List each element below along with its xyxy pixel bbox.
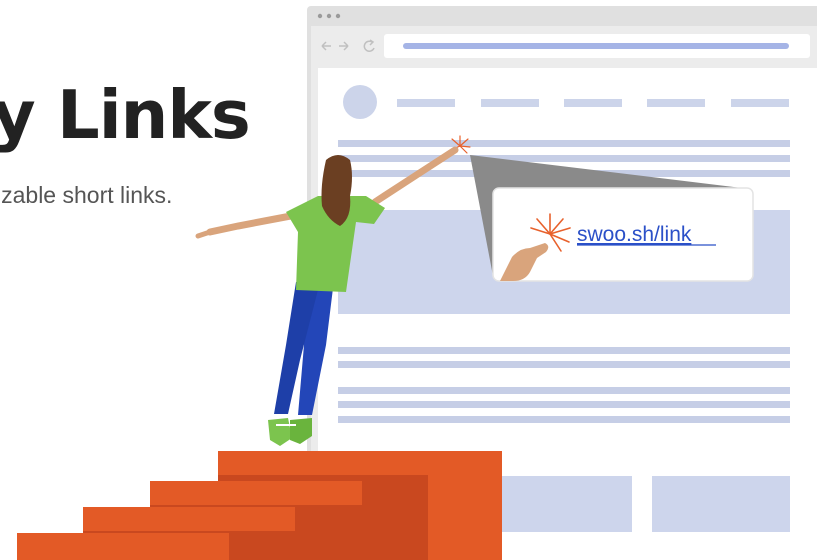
nav-item bbox=[564, 99, 622, 107]
window-dot bbox=[335, 13, 341, 19]
address-bar-url bbox=[403, 43, 789, 49]
nav-item bbox=[647, 99, 705, 107]
text-line bbox=[338, 155, 790, 162]
text-line bbox=[338, 387, 790, 394]
link-callout: swoo.sh/link bbox=[492, 187, 754, 282]
text-line bbox=[338, 361, 790, 368]
text-line bbox=[338, 140, 790, 147]
text-line bbox=[338, 416, 790, 423]
illustration: swoo.sh/link bbox=[17, 6, 817, 560]
nav-item bbox=[397, 99, 455, 107]
window-dot bbox=[326, 13, 332, 19]
text-line bbox=[338, 347, 790, 354]
window-dot bbox=[317, 13, 323, 19]
nav-item bbox=[481, 99, 539, 107]
site-avatar bbox=[343, 85, 377, 119]
content-card bbox=[652, 476, 790, 532]
text-line bbox=[338, 401, 790, 408]
nav-item bbox=[731, 99, 789, 107]
short-link[interactable]: swoo.sh/link bbox=[577, 223, 692, 246]
hero-banner: y Links izable short links. swoo.sh/link bbox=[0, 0, 817, 560]
stairs bbox=[17, 451, 502, 560]
